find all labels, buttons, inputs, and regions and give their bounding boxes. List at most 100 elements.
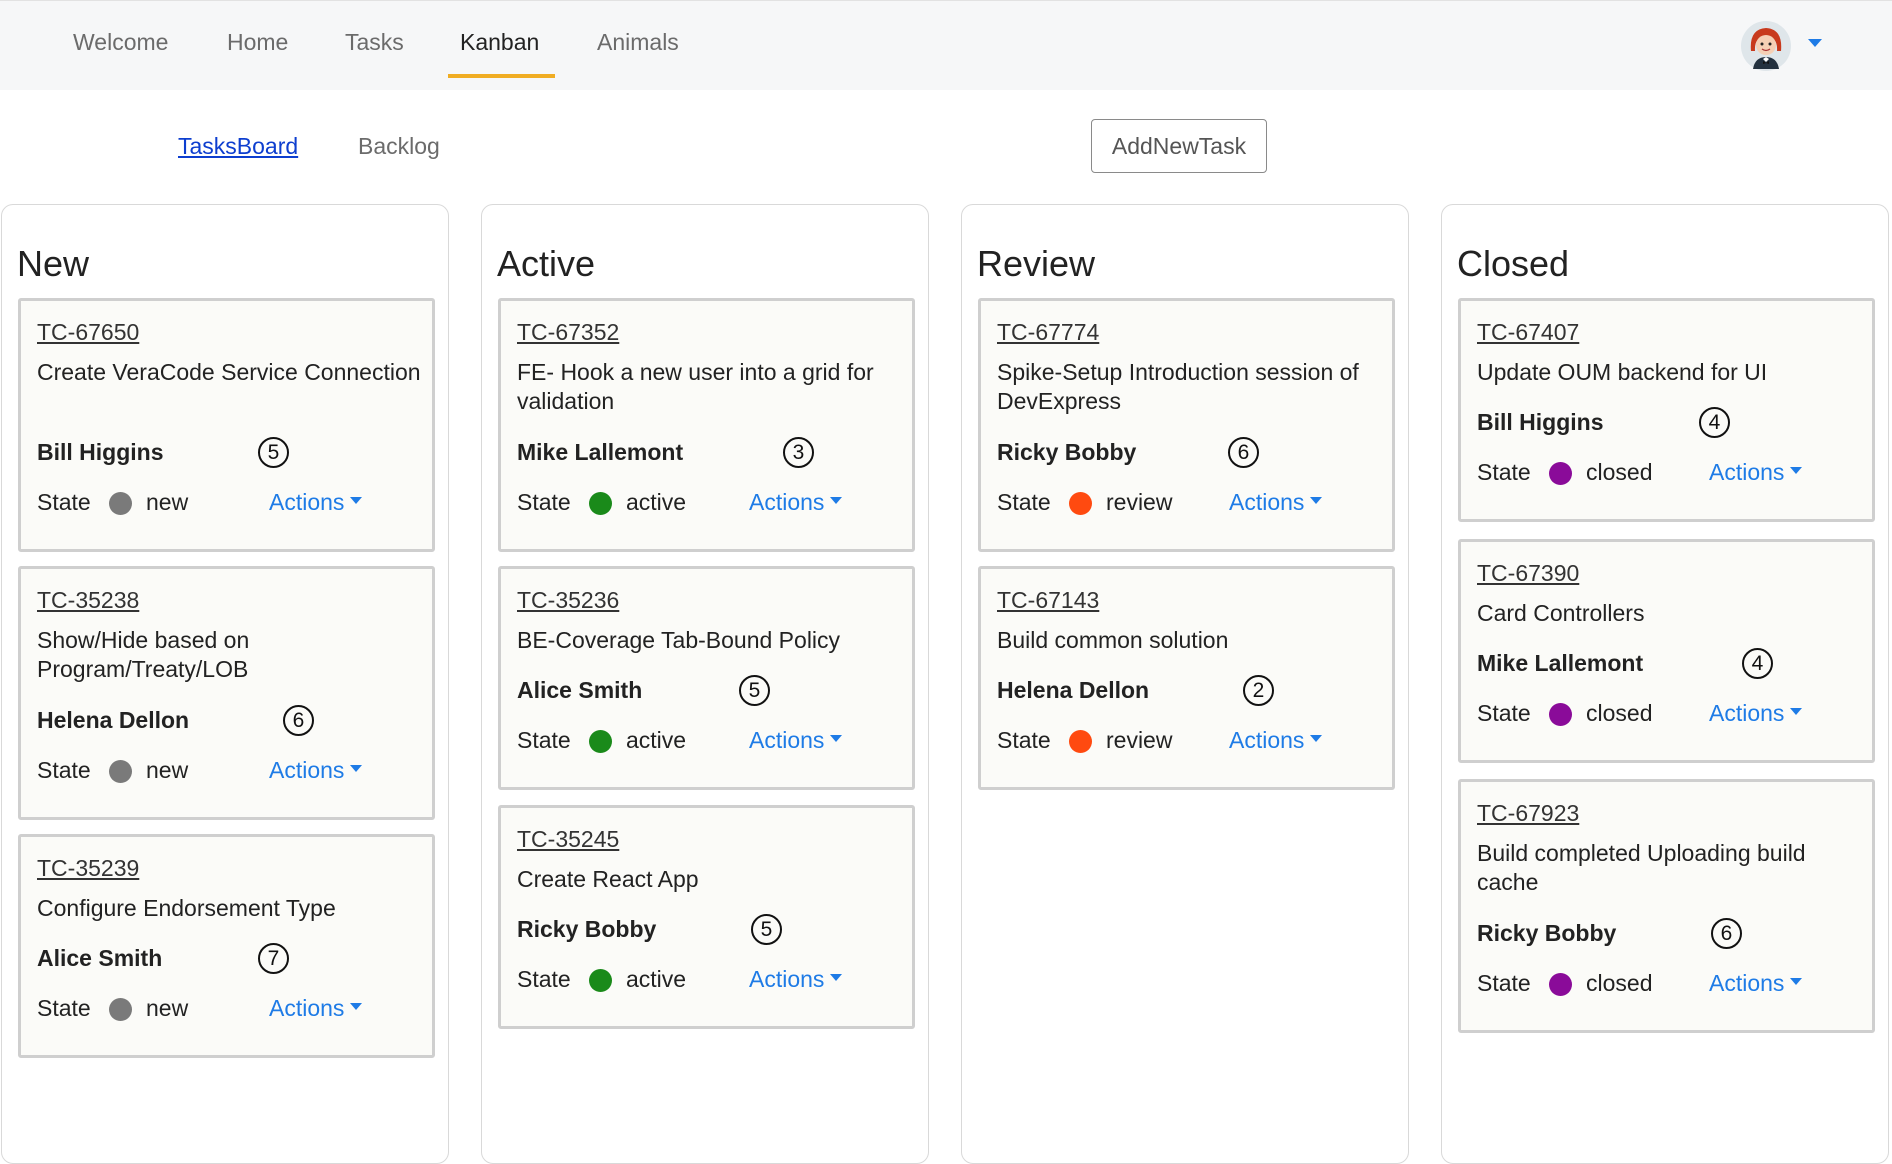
card-id-link[interactable]: TC-35236: [517, 587, 619, 614]
story-points-badge: 5: [739, 675, 770, 706]
caret-down-icon: [1310, 497, 1323, 505]
caret-down-icon: [1790, 467, 1803, 475]
column-title: Closed: [1457, 243, 1570, 284]
nav-link-tasks[interactable]: Tasks: [345, 29, 404, 56]
card-id-link[interactable]: TC-67407: [1477, 319, 1579, 346]
nav-link-welcome[interactable]: Welcome: [73, 29, 168, 56]
story-points-badge: 6: [1228, 437, 1259, 468]
task-card[interactable]: TC-67352 FE- Hook a new user into a grid …: [498, 298, 915, 552]
card-id-link[interactable]: TC-35245: [517, 826, 619, 853]
card-id-link[interactable]: TC-67143: [997, 587, 1099, 614]
card-title: Update OUM backend for UI: [1477, 359, 1768, 385]
column-closed: Closed TC-67407 Update OUM backend for UI B…: [1441, 204, 1889, 1164]
actions-dropdown[interactable]: Actions: [749, 727, 843, 754]
card-title: Spike-Setup Introduction session of DevE…: [997, 359, 1359, 414]
state-label: State: [997, 489, 1051, 515]
state-indicator-icon: [109, 492, 132, 515]
task-card[interactable]: TC-67390 Card Controllers Mike Lallemont 4 S…: [1458, 539, 1875, 763]
actions-label: Actions: [749, 966, 825, 992]
card-id-link[interactable]: TC-35239: [37, 855, 139, 882]
state-value: closed: [1586, 700, 1653, 726]
actions-label: Actions: [749, 727, 825, 753]
task-card[interactable]: TC-35239 Configure Endorsement Type Alice …: [18, 834, 435, 1058]
state-label: State: [37, 757, 91, 783]
actions-dropdown[interactable]: Actions: [269, 757, 363, 784]
state-indicator-icon: [589, 969, 612, 992]
card-assignee: Mike Lallemont: [517, 439, 684, 465]
state-indicator-icon: [589, 492, 612, 515]
actions-dropdown[interactable]: Actions: [269, 489, 363, 516]
actions-dropdown[interactable]: Actions: [1229, 727, 1323, 754]
actions-label: Actions: [1709, 700, 1785, 726]
user-menu-caret-icon[interactable]: [1808, 39, 1822, 47]
actions-dropdown[interactable]: Actions: [1709, 459, 1803, 486]
card-assignee: Bill Higgins: [1477, 409, 1604, 435]
top-navbar: Welcome Home Tasks Kanban Animals: [0, 0, 1892, 90]
tasksboard-link[interactable]: TasksBoard: [178, 133, 298, 160]
card-id-link[interactable]: TC-67390: [1477, 560, 1579, 587]
state-value: active: [626, 727, 687, 753]
card-id-link[interactable]: TC-67774: [997, 319, 1099, 346]
card-title: Show/Hide based on Program/Treaty/LOB: [37, 627, 250, 682]
actions-dropdown[interactable]: Actions: [749, 966, 843, 993]
nav-link-home[interactable]: Home: [227, 29, 288, 56]
card-assignee: Mike Lallemont: [1477, 650, 1644, 676]
column-title: Review: [977, 243, 1096, 284]
nav-link-kanban[interactable]: Kanban: [460, 29, 539, 56]
actions-dropdown[interactable]: Actions: [1229, 489, 1323, 516]
actions-dropdown[interactable]: Actions: [1709, 970, 1803, 997]
state-label: State: [1477, 459, 1531, 485]
nav-link-animals[interactable]: Animals: [597, 29, 679, 56]
state-indicator-icon: [1549, 462, 1572, 485]
card-id-link[interactable]: TC-67650: [37, 319, 139, 346]
actions-dropdown[interactable]: Actions: [749, 489, 843, 516]
state-indicator-icon: [1069, 492, 1092, 515]
task-card[interactable]: TC-67407 Update OUM backend for UI Bill Hi…: [1458, 298, 1875, 522]
active-tab-indicator: [448, 74, 555, 78]
card-title: FE- Hook a new user into a grid for vali…: [517, 359, 874, 414]
column-active: Active TC-67352 FE- Hook a new user into a…: [481, 204, 929, 1164]
caret-down-icon: [350, 1003, 363, 1011]
state-label: State: [517, 727, 571, 753]
actions-dropdown[interactable]: Actions: [1709, 700, 1803, 727]
card-assignee: Helena Dellon: [37, 707, 190, 733]
task-card[interactable]: TC-35238 Show/Hide based on Program/Treat…: [18, 566, 435, 820]
card-assignee: Ricky Bobby: [997, 439, 1137, 465]
task-card[interactable]: TC-67774 Spike-Setup Introduction session…: [978, 298, 1395, 552]
story-points-badge: 6: [283, 705, 314, 736]
state-value: closed: [1586, 970, 1653, 996]
state-indicator-icon: [1069, 730, 1092, 753]
state-label: State: [997, 727, 1051, 753]
caret-down-icon: [830, 497, 843, 505]
backlog-link[interactable]: Backlog: [358, 133, 440, 160]
task-card[interactable]: TC-35236 BE-Coverage Tab-Bound Policy Alic…: [498, 566, 915, 790]
state-indicator-icon: [109, 998, 132, 1021]
state-indicator-icon: [1549, 703, 1572, 726]
task-card[interactable]: TC-67143 Build common solution Helena Dell…: [978, 566, 1395, 790]
card-assignee: Bill Higgins: [37, 439, 164, 465]
actions-label: Actions: [1229, 727, 1305, 753]
card-assignee: Ricky Bobby: [1477, 920, 1617, 946]
state-label: State: [517, 966, 571, 992]
add-new-task-button[interactable]: AddNewTask: [1091, 119, 1267, 173]
task-card[interactable]: TC-67650 Create VeraCode Service Connecti…: [18, 298, 435, 552]
state-value: closed: [1586, 459, 1653, 485]
card-assignee: Alice Smith: [517, 677, 643, 703]
caret-down-icon: [1790, 978, 1803, 986]
task-card[interactable]: TC-35245 Create React App Ricky Bobby 5 Stat…: [498, 805, 915, 1029]
card-title: Card Controllers: [1477, 600, 1645, 626]
card-assignee: Ricky Bobby: [517, 916, 657, 942]
caret-down-icon: [1790, 708, 1803, 716]
actions-label: Actions: [1709, 970, 1785, 996]
card-id-link[interactable]: TC-67352: [517, 319, 619, 346]
card-id-link[interactable]: TC-35238: [37, 587, 139, 614]
state-value: new: [146, 489, 189, 515]
actions-dropdown[interactable]: Actions: [269, 995, 363, 1022]
card-title: Configure Endorsement Type: [37, 895, 336, 921]
task-card[interactable]: TC-67923 Build completed Uploading build …: [1458, 779, 1875, 1033]
user-avatar-icon[interactable]: [1741, 21, 1791, 71]
story-points-badge: 5: [258, 437, 289, 468]
card-title: Build common solution: [997, 627, 1229, 653]
column-title: Active: [497, 243, 596, 284]
card-id-link[interactable]: TC-67923: [1477, 800, 1579, 827]
